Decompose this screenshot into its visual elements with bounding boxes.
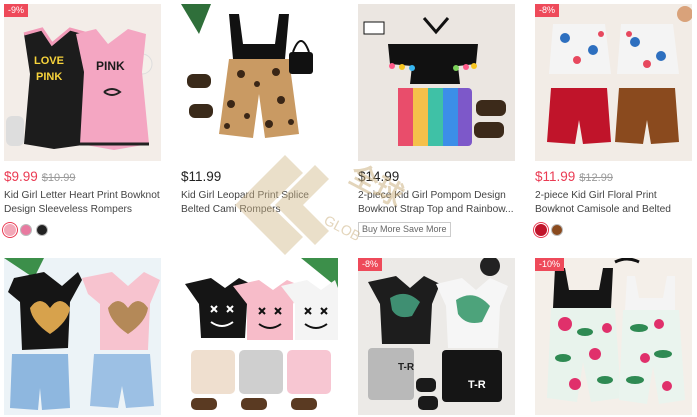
discount-badge: -9% (4, 4, 29, 17)
color-swatches (535, 224, 692, 238)
product-card-1[interactable]: -9% LOVE PINK PINK $9.99 $10.99 Kid Girl … (4, 4, 161, 238)
original-price: $12.99 (579, 172, 613, 184)
svg-text:T-R: T-R (468, 379, 486, 391)
product-card-4[interactable]: -8% $11.99 $12.99 2-piece Kid Girl Floral… (535, 4, 692, 238)
product-title[interactable]: 2-piece Kid Girl Pompom Design Bowknot S… (358, 189, 515, 217)
product-title[interactable]: Kid Girl Letter Heart Print Bowknot Desi… (4, 189, 161, 217)
product-card-2[interactable]: $11.99 Kid Girl Leopard Print Splice Bel… (181, 4, 338, 217)
product-image-8[interactable]: -10% (535, 258, 692, 415)
svg-text:LOVE: LOVE (34, 55, 64, 67)
color-swatch[interactable] (551, 224, 563, 236)
product-image-2[interactable] (181, 4, 338, 161)
color-swatch[interactable] (535, 224, 547, 236)
discount-badge: -10% (535, 258, 565, 271)
svg-text:T-R: T-R (398, 362, 415, 373)
original-price: $10.99 (41, 172, 76, 184)
rompers-photo: LOVE PINK PINK (4, 4, 161, 161)
product-card-6[interactable] (181, 258, 338, 415)
product-card-3[interactable]: $14.99 2-piece Kid Girl Pompom Design Bo… (358, 4, 515, 237)
product-card-7[interactable]: -8% T-R T-R (358, 258, 515, 415)
price-row: $11.99 (181, 169, 338, 185)
color-swatch[interactable] (20, 224, 32, 236)
price: $11.99 (535, 169, 576, 184)
product-image-1[interactable]: -9% LOVE PINK PINK (4, 4, 161, 161)
smiley-tee-set-photo (181, 258, 338, 415)
price-row: $11.99 $12.99 (535, 169, 692, 185)
product-image-3[interactable] (358, 4, 515, 161)
product-image-5[interactable] (4, 258, 161, 415)
price-row: $14.99 (358, 169, 515, 185)
tropical-rompers-photo (535, 258, 692, 415)
heart-tee-set-photo (4, 258, 161, 415)
product-image-7[interactable]: -8% T-R T-R (358, 258, 515, 415)
price-row: $9.99 $10.99 (4, 169, 161, 185)
product-image-4[interactable]: -8% (535, 4, 692, 161)
buy-more-save-more-tag[interactable]: Buy More Save More (358, 222, 451, 237)
svg-text:PINK: PINK (96, 59, 125, 73)
product-card-8[interactable]: -10% (535, 258, 692, 415)
color-swatch[interactable] (4, 224, 16, 236)
discount-badge: -8% (358, 258, 383, 271)
product-card-5[interactable] (4, 258, 161, 415)
color-swatch[interactable] (36, 224, 48, 236)
product-image-6[interactable] (181, 258, 338, 415)
floral-set-photo (535, 4, 692, 161)
color-swatches (4, 224, 161, 238)
pompom-set-photo (358, 4, 515, 161)
price: $11.99 (181, 169, 222, 184)
price: $9.99 (4, 169, 38, 184)
leopard-rompers-photo (181, 4, 338, 161)
svg-text:PINK: PINK (36, 71, 62, 83)
product-title[interactable]: 2-piece Kid Girl Floral Print Bowknot Ca… (535, 189, 692, 217)
product-title[interactable]: Kid Girl Leopard Print Splice Belted Cam… (181, 189, 338, 217)
discount-badge: -8% (535, 4, 560, 17)
dinosaur-tee-set-photo: T-R T-R (358, 258, 515, 415)
price: $14.99 (358, 169, 400, 184)
